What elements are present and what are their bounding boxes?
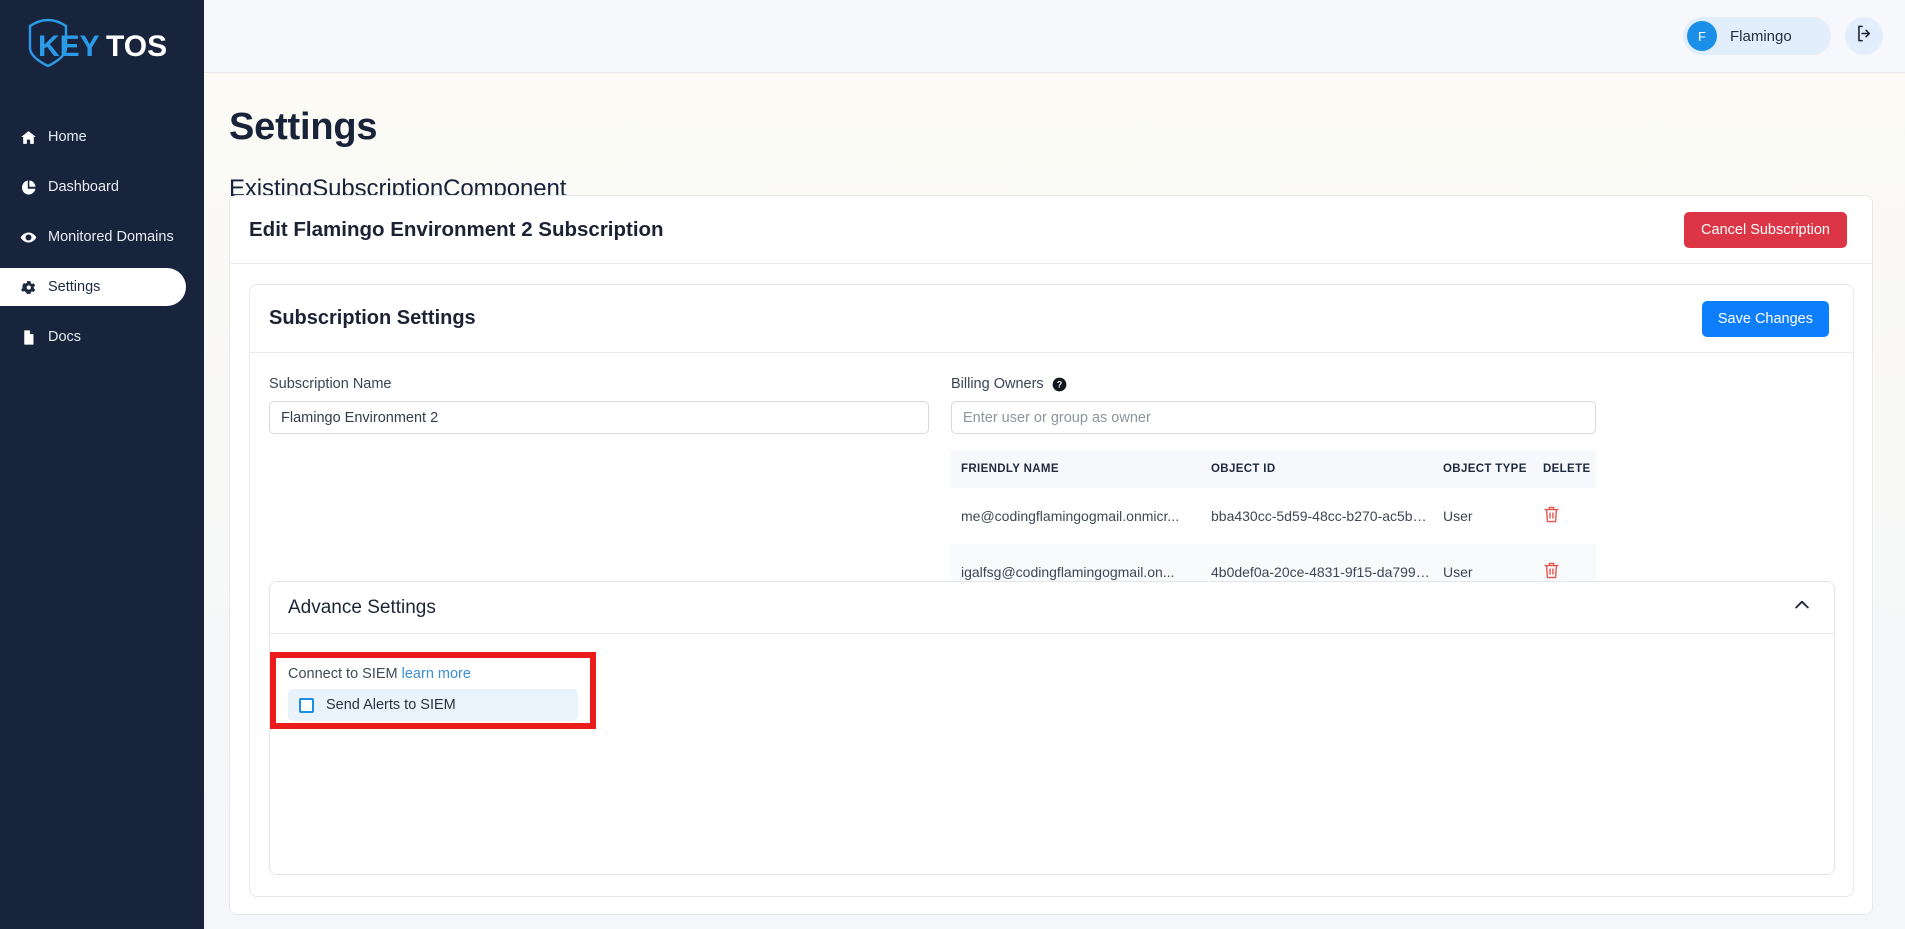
sidebar-item-dashboard[interactable]: Dashboard <box>0 168 204 206</box>
gear-icon <box>20 279 37 296</box>
avatar: F <box>1687 21 1717 51</box>
send-alerts-to-siem-row[interactable]: Send Alerts to SIEM <box>288 689 578 721</box>
billing-owners-table: FRIENDLY NAME OBJECT ID OBJECT TYPE DELE… <box>951 450 1596 600</box>
cell-friendly-name: me@codingflamingogmail.onmicr... <box>961 508 1180 524</box>
billing-owners-input[interactable] <box>951 401 1596 434</box>
eye-icon <box>20 229 37 246</box>
siem-highlight-box: Connect to SIEM learn more Send Alerts t… <box>270 652 596 729</box>
logo-text-tos: TOS <box>106 30 167 63</box>
save-changes-button[interactable]: Save Changes <box>1701 300 1829 337</box>
chart-pie-icon <box>20 179 37 196</box>
logout-button[interactable] <box>1845 17 1883 55</box>
send-alerts-checkbox-label: Send Alerts to SIEM <box>326 697 456 713</box>
column-friendly-name: FRIENDLY NAME <box>951 450 1201 488</box>
subscription-name-label: Subscription Name <box>269 376 392 392</box>
advance-settings-heading: Advance Settings <box>288 596 436 618</box>
logout-icon <box>1855 24 1874 48</box>
sidebar-item-settings[interactable]: Settings <box>0 268 186 306</box>
send-alerts-checkbox[interactable] <box>299 697 314 713</box>
billing-owners-group: Billing Owners ? FRIENDLY NAME <box>951 376 1596 600</box>
cell-object-type: User <box>1443 508 1473 524</box>
sidebar-nav: Home Dashboard Monitored Domains Setting… <box>0 118 204 368</box>
table-row: me@codingflamingogmail.onmicr... bba430c… <box>951 488 1596 544</box>
subscription-settings-header: Subscription Settings Save Changes <box>250 285 1853 353</box>
sidebar-item-label: Monitored Domains <box>48 229 174 245</box>
advance-settings-header[interactable]: Advance Settings <box>270 582 1834 634</box>
svg-text:?: ? <box>1056 379 1061 389</box>
keytos-logo[interactable]: KEY TOS <box>24 14 184 74</box>
subscription-settings-heading: Subscription Settings <box>269 307 476 329</box>
top-bar: F Flamingo <box>204 0 1905 73</box>
settings-form: Subscription Name Billing Owners ? <box>250 353 1853 600</box>
table-header-row: FRIENDLY NAME OBJECT ID OBJECT TYPE DELE… <box>951 450 1596 488</box>
column-object-id: OBJECT ID <box>1201 450 1433 488</box>
main-content: Settings ExistingSubscriptionComponent E… <box>204 73 1905 929</box>
connect-to-siem-label: Connect to SIEM learn more <box>288 666 578 682</box>
cancel-subscription-button[interactable]: Cancel Subscription <box>1684 211 1847 248</box>
advance-settings-card: Advance Settings Connect to SIEM learn m… <box>269 581 1835 875</box>
page-title: Settings <box>229 106 378 148</box>
column-delete: DELETE <box>1533 450 1596 488</box>
subscription-name-group: Subscription Name <box>269 376 929 600</box>
delete-owner-button[interactable] <box>1543 561 1560 583</box>
trash-icon <box>1543 505 1560 527</box>
billing-owners-label: Billing Owners ? <box>951 376 1596 392</box>
sidebar-item-monitored-domains[interactable]: Monitored Domains <box>0 218 204 256</box>
connect-to-siem-text: Connect to SIEM <box>288 666 398 682</box>
subscription-card: Edit Flamingo Environment 2 Subscription… <box>229 195 1873 915</box>
siem-section: Connect to SIEM learn more Send Alerts t… <box>276 658 590 721</box>
help-circle-icon[interactable]: ? <box>1052 377 1067 392</box>
sidebar-item-home[interactable]: Home <box>0 118 204 156</box>
home-icon <box>20 129 37 146</box>
user-menu[interactable]: F Flamingo <box>1683 17 1831 55</box>
chevron-up-icon[interactable] <box>1792 595 1812 620</box>
sidebar-item-label: Home <box>48 129 87 145</box>
sidebar-item-label: Dashboard <box>48 179 119 195</box>
trash-icon <box>1543 561 1560 583</box>
subscription-heading: Edit Flamingo Environment 2 Subscription <box>249 217 664 241</box>
column-object-type: OBJECT TYPE <box>1433 450 1533 488</box>
cell-delete <box>1533 488 1596 544</box>
sidebar-item-label: Settings <box>48 279 101 295</box>
user-name: Flamingo <box>1730 27 1792 45</box>
cell-object-id: bba430cc-5d59-48cc-b270-ac5bec... <box>1211 508 1433 524</box>
sidebar: KEY TOS Home Dashboard Monitored Domains… <box>0 0 204 929</box>
subscription-card-header: Edit Flamingo Environment 2 Subscription… <box>230 196 1872 264</box>
subscription-settings-card: Subscription Settings Save Changes Subsc… <box>249 284 1854 897</box>
billing-owners-label-text: Billing Owners <box>951 376 1044 392</box>
learn-more-link[interactable]: learn more <box>402 666 471 682</box>
delete-owner-button[interactable] <box>1543 505 1560 527</box>
sidebar-item-label: Docs <box>48 329 82 345</box>
document-icon <box>20 329 37 346</box>
sidebar-item-docs[interactable]: Docs <box>0 318 204 356</box>
logo-text-key: KEY <box>38 30 100 63</box>
subscription-name-input[interactable] <box>269 401 929 434</box>
